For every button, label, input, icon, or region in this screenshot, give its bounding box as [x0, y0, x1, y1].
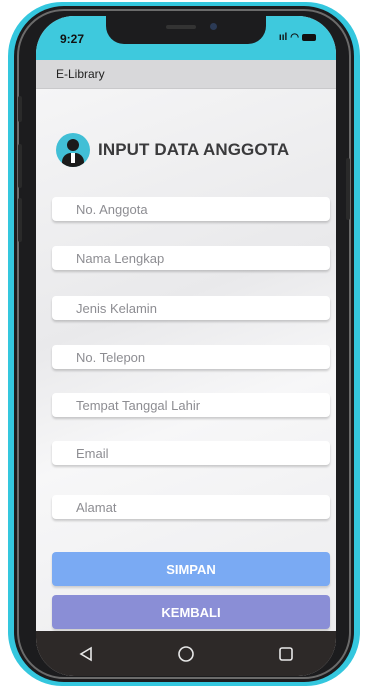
back-button[interactable]: KEMBALI — [52, 595, 330, 629]
email-input[interactable] — [52, 441, 330, 465]
gender-input[interactable] — [52, 296, 330, 320]
app-bar: E-Library — [36, 60, 336, 89]
speaker-grille — [166, 25, 196, 29]
notch — [106, 16, 266, 44]
form-content: INPUT DATA ANGGOTA SIMPAN KEMBALI — [36, 89, 336, 631]
nav-home-button[interactable] — [166, 639, 206, 669]
android-nav-bar — [36, 631, 336, 676]
status-time: 9:27 — [60, 32, 85, 46]
form-header: INPUT DATA ANGGOTA — [56, 133, 289, 167]
power-button — [346, 158, 350, 220]
battery-icon — [302, 34, 316, 41]
user-avatar-icon — [56, 133, 90, 167]
status-bar: 9:27 ııl ◠ — [36, 16, 336, 60]
page-title: INPUT DATA ANGGOTA — [98, 140, 290, 159]
nav-recents-button[interactable] — [266, 639, 306, 669]
front-camera — [210, 23, 217, 30]
address-input[interactable] — [52, 495, 330, 519]
status-icons: ııl ◠ — [279, 32, 316, 43]
triangle-back-icon — [79, 646, 92, 661]
square-recents-icon — [279, 646, 293, 661]
app-title: E-Library — [56, 67, 105, 81]
volume-up-button — [18, 144, 22, 188]
member-number-input[interactable] — [52, 197, 330, 221]
volume-down-button — [18, 198, 22, 242]
signal-icon: ııl — [278, 32, 288, 43]
save-button[interactable]: SIMPAN — [52, 552, 330, 586]
full-name-input[interactable] — [52, 246, 330, 270]
birth-place-date-input[interactable] — [52, 393, 330, 417]
wifi-icon: ◠ — [290, 32, 299, 43]
phone-number-input[interactable] — [52, 345, 330, 369]
circle-home-icon — [178, 645, 194, 662]
phone-screen: 9:27 ııl ◠ E-Library INPUT DATA ANGGOTA — [36, 16, 336, 676]
nav-back-button[interactable] — [66, 639, 106, 669]
mute-switch — [18, 96, 22, 122]
